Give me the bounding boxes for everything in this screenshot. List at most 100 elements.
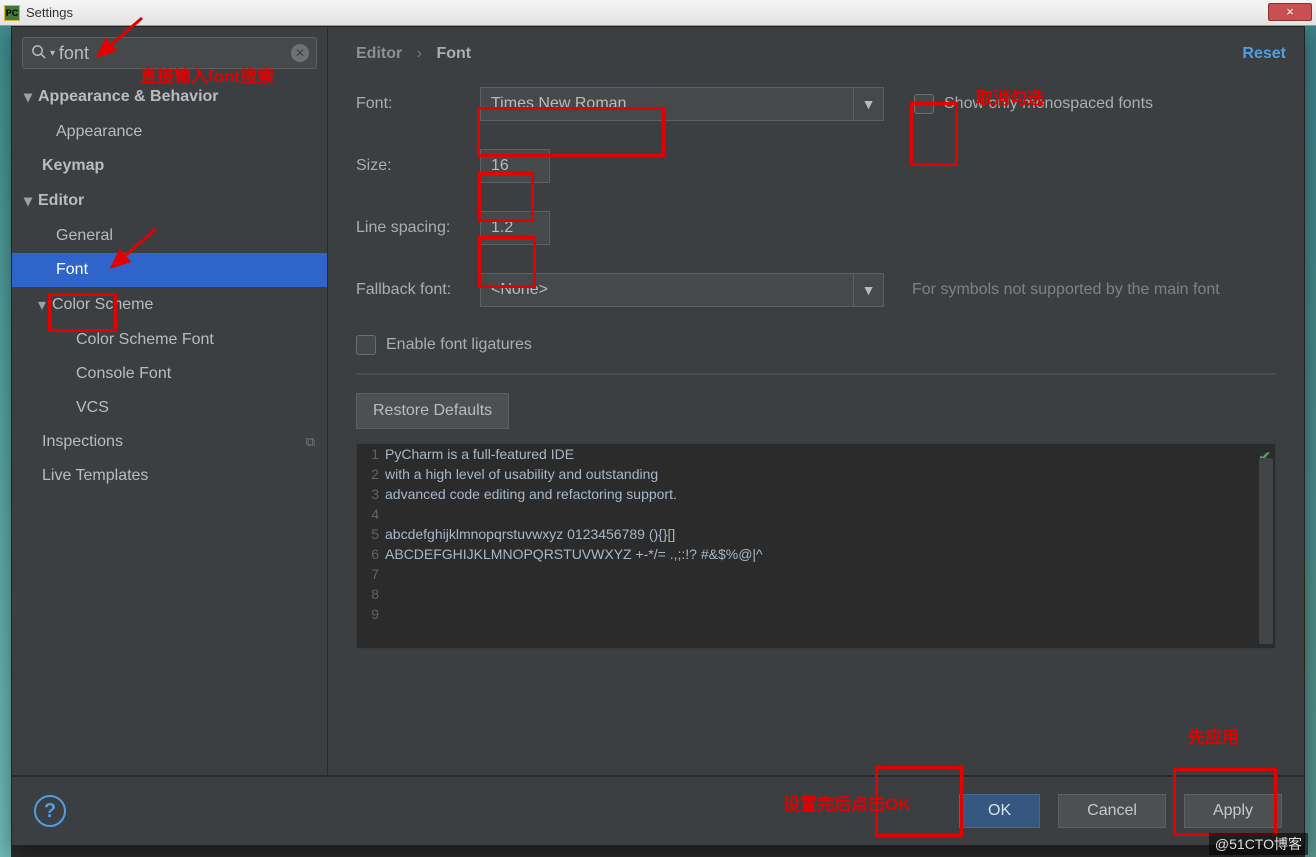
search-text: font <box>59 43 89 64</box>
window-close-button[interactable]: × <box>1268 3 1312 21</box>
preview-line: 3advanced code editing and refactoring s… <box>357 484 1275 504</box>
tree-label: Color Scheme <box>52 296 153 314</box>
preview-line: 7 <box>357 564 1275 584</box>
cancel-button[interactable]: Cancel <box>1058 794 1166 828</box>
tree-label: Appearance & Behavior <box>38 88 219 106</box>
chevron-down-icon: ▼ <box>862 96 876 112</box>
tree-label: Inspections <box>42 433 123 451</box>
preview-line: 1PyCharm is a full-featured IDE <box>357 444 1275 464</box>
gutter-number: 3 <box>357 486 385 502</box>
tree-console-font[interactable]: Console Font <box>12 357 327 391</box>
breadcrumb-current: Font <box>436 45 471 62</box>
breadcrumb-root[interactable]: Editor <box>356 45 402 62</box>
ok-button[interactable]: OK <box>959 794 1040 828</box>
preview-text: PyCharm is a full-featured IDE <box>385 446 574 462</box>
tree-label: General <box>56 227 113 245</box>
tree-editor[interactable]: ▾Editor <box>12 183 327 219</box>
reset-link[interactable]: Reset <box>1242 45 1286 63</box>
tree-appearance[interactable]: Appearance <box>12 115 327 149</box>
tree-label: Appearance <box>56 123 142 141</box>
tree-vcs[interactable]: VCS <box>12 391 327 425</box>
chevron-down-icon: ▼ <box>862 282 876 298</box>
tree-label: Editor <box>38 192 84 210</box>
font-combo-value: Times New Roman <box>491 95 626 113</box>
app-icon: PC <box>4 5 20 21</box>
tree-appearance-behavior[interactable]: ▾Appearance & Behavior <box>12 79 327 115</box>
gutter-number: 6 <box>357 546 385 562</box>
fallback-combo[interactable]: <None> <box>480 273 854 307</box>
settings-search-input[interactable]: ▾ font ✕ <box>22 37 317 69</box>
preview-line: 4 <box>357 504 1275 524</box>
background-ghost-right <box>1305 0 1316 857</box>
gutter-number: 4 <box>357 506 385 522</box>
tree-keymap[interactable]: Keymap <box>12 149 327 183</box>
fallback-value: <None> <box>491 281 548 299</box>
help-button[interactable]: ? <box>34 795 66 827</box>
monospaced-checkbox[interactable] <box>914 94 934 114</box>
preview-text: advanced code editing and refactoring su… <box>385 486 677 502</box>
divider <box>356 373 1276 375</box>
tree-inspections[interactable]: Inspections ⧉ <box>12 425 327 459</box>
breadcrumb: Editor › Font <box>356 45 1276 63</box>
tree-general[interactable]: General <box>12 219 327 253</box>
gutter-number: 5 <box>357 526 385 542</box>
chevron-down-icon: ▾ <box>38 295 52 315</box>
fallback-combo-dropdown[interactable]: ▼ <box>854 273 884 307</box>
tree-color-scheme[interactable]: ▾Color Scheme <box>12 287 327 323</box>
tree-label: Font <box>56 261 88 279</box>
chevron-down-icon: ▾ <box>50 48 55 59</box>
fallback-label: Fallback font: <box>356 281 480 299</box>
tree-label: Keymap <box>42 157 104 175</box>
gutter-number: 8 <box>357 586 385 602</box>
size-input[interactable]: 16 <box>480 149 550 183</box>
window-title: Settings <box>26 5 73 20</box>
settings-sidebar: ▾ font ✕ ▾Appearance & Behavior Appearan… <box>12 27 328 775</box>
preview-line: 9 <box>357 604 1275 624</box>
spacing-label: Line spacing: <box>356 219 480 237</box>
background-ghost-left <box>0 0 11 857</box>
watermark: @51CTO博客 <box>1209 833 1308 855</box>
tree-label: VCS <box>76 399 109 417</box>
gutter-number: 1 <box>357 446 385 462</box>
ligatures-label: Enable font ligatures <box>386 336 532 354</box>
spacing-value: 1.2 <box>491 219 513 237</box>
settings-dialog: ▾ font ✕ ▾Appearance & Behavior Appearan… <box>11 26 1305 846</box>
restore-defaults-button[interactable]: Restore Defaults <box>356 393 509 429</box>
tree-label: Color Scheme Font <box>76 331 214 349</box>
spacing-input[interactable]: 1.2 <box>480 211 550 245</box>
font-preview: ✔✔ 1PyCharm is a full-featured IDE2with … <box>356 443 1276 649</box>
gutter-number: 2 <box>357 466 385 482</box>
font-label: Font: <box>356 95 480 113</box>
preview-text: ABCDEFGHIJKLMNOPQRSTUVWXYZ +-*/= .,;:!? … <box>385 546 763 562</box>
clear-search-icon[interactable]: ✕ <box>291 44 309 62</box>
preview-text: abcdefghijklmnopqrstuvwxyz 0123456789 ()… <box>385 526 675 542</box>
dialog-button-bar: ? OK Cancel Apply <box>12 775 1304 845</box>
tree-color-scheme-font[interactable]: Color Scheme Font <box>12 323 327 357</box>
search-icon <box>31 44 46 62</box>
preview-line: 5abcdefghijklmnopqrstuvwxyz 0123456789 (… <box>357 524 1275 544</box>
size-value: 16 <box>491 157 509 175</box>
apply-button[interactable]: Apply <box>1184 794 1282 828</box>
tree-font[interactable]: Font <box>12 253 327 287</box>
preview-line: 8 <box>357 584 1275 604</box>
copy-icon: ⧉ <box>306 434 315 450</box>
settings-tree: ▾Appearance & Behavior Appearance Keymap… <box>12 75 327 493</box>
font-combo[interactable]: Times New Roman <box>480 87 854 121</box>
preview-text: with a high level of usability and outst… <box>385 466 658 482</box>
preview-line: 2with a high level of usability and outs… <box>357 464 1275 484</box>
chevron-down-icon: ▾ <box>24 87 38 107</box>
fallback-hint: For symbols not supported by the main fo… <box>912 281 1220 299</box>
chevron-down-icon: ▾ <box>24 191 38 211</box>
tree-live-templates[interactable]: Live Templates <box>12 459 327 493</box>
ligatures-checkbox[interactable] <box>356 335 376 355</box>
titlebar: PC Settings × <box>0 0 1316 26</box>
tree-label: Console Font <box>76 365 171 383</box>
size-label: Size: <box>356 157 480 175</box>
preview-scrollbar[interactable] <box>1259 458 1273 644</box>
breadcrumb-sep-icon: › <box>417 45 422 62</box>
settings-main: Editor › Font Reset Font: Times New Roma… <box>328 27 1304 775</box>
font-combo-dropdown[interactable]: ▼ <box>854 87 884 121</box>
preview-line: 6ABCDEFGHIJKLMNOPQRSTUVWXYZ +-*/= .,;:!?… <box>357 544 1275 564</box>
monospaced-label: Show only monospaced fonts <box>944 95 1153 113</box>
gutter-number: 7 <box>357 566 385 582</box>
